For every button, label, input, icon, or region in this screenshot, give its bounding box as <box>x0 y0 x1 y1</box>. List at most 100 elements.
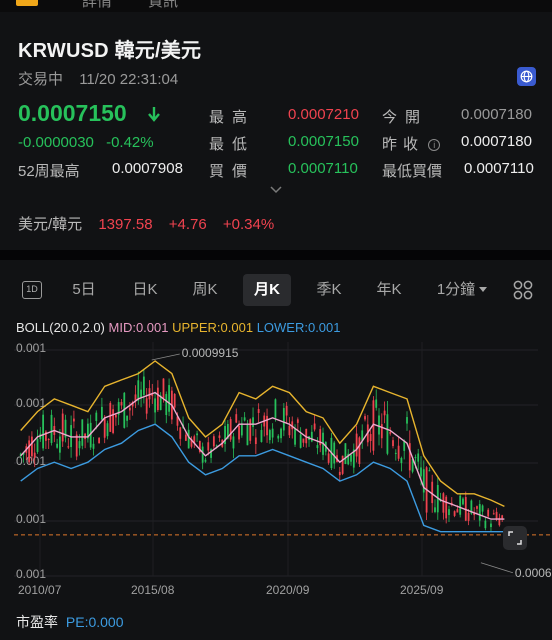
pe-value: PE:0.000 <box>65 614 124 630</box>
top-tab-strip: 詳情 資訊 <box>0 0 552 12</box>
candle-body <box>313 423 316 430</box>
candle-body <box>492 513 495 515</box>
info-icon[interactable]: i <box>428 139 441 151</box>
candle-body <box>271 428 274 438</box>
tab-details[interactable]: 詳情 <box>82 0 112 11</box>
period-1d-button[interactable]: 1D <box>22 281 42 299</box>
candle-body <box>462 498 464 505</box>
tab-news[interactable]: 資訊 <box>148 0 178 11</box>
candle-body <box>397 445 400 459</box>
section-divider <box>0 250 552 260</box>
candle-body <box>380 424 383 439</box>
candle-body <box>386 414 389 454</box>
candle-body <box>165 394 168 416</box>
candle-body <box>212 436 215 447</box>
stat-open: 今開 <box>382 106 428 127</box>
boll-indicator[interactable]: BOLL(20.0,2.0) MID:0.001 UPPER:0.001 LOW… <box>16 320 341 335</box>
candle-body <box>400 457 403 464</box>
candle-body <box>333 442 336 464</box>
candle-body <box>114 414 117 418</box>
candle-body <box>495 511 498 519</box>
related-pair-name: 美元/韓元 <box>18 216 83 233</box>
candle-body <box>378 415 380 435</box>
related-pair[interactable]: 美元/韓元 1397.58 +4.76 +0.34% <box>18 213 286 234</box>
candle-body <box>240 423 243 436</box>
candle-body <box>490 523 492 528</box>
candle-body <box>501 515 504 519</box>
candle-body <box>156 387 159 411</box>
candle-body <box>100 406 103 420</box>
candle-body <box>445 496 448 519</box>
candle-body <box>327 453 330 463</box>
fullscreen-button[interactable] <box>503 526 527 550</box>
candle-body <box>126 415 128 421</box>
candle-body <box>310 431 313 442</box>
stat-prev-close-label: 昨收 <box>382 136 425 153</box>
page-title: KRWUSD 韓元/美元 <box>18 40 202 62</box>
period-year[interactable]: 年K <box>366 274 412 306</box>
candle-body <box>394 452 397 454</box>
pe-indicator: 市盈率 PE:0.000 <box>16 612 124 632</box>
pe-label: 市盈率 <box>16 614 58 630</box>
globe-icon[interactable] <box>517 67 536 86</box>
candle-body <box>350 454 352 462</box>
stat-low: 最低 <box>209 133 255 154</box>
candle-body <box>187 429 190 449</box>
period-week[interactable]: 周K <box>182 274 228 306</box>
candle-body <box>81 419 84 446</box>
stat-open-label: 今開 <box>382 109 429 126</box>
x-tick-label: 2010/07 <box>18 583 62 597</box>
candle-body <box>47 438 50 440</box>
candle-body <box>456 509 459 513</box>
quote-timestamp: 11/20 22:31:04 <box>79 71 179 88</box>
stat-buy-label: 買價 <box>209 163 256 180</box>
candle-body <box>459 495 462 515</box>
candle-body <box>120 401 123 406</box>
candle-body <box>232 436 235 449</box>
period-day[interactable]: 日K <box>122 274 168 306</box>
stat-high-value: 0.0007210 <box>288 106 359 123</box>
interval-dropdown[interactable]: 1分鐘 <box>430 274 494 306</box>
stat-min-buy-label: 最低買價 <box>382 163 443 180</box>
price-chart[interactable]: 0.0010.0010.0010.0010.0012010/07 2015/08 2… <box>0 336 552 602</box>
stat-low-label: 最低 <box>209 136 256 153</box>
candle-body <box>128 407 131 411</box>
max-annotation-leader <box>151 353 180 361</box>
chevron-down-icon[interactable] <box>270 186 282 194</box>
grid-layout-icon[interactable] <box>513 280 533 300</box>
candle-body <box>61 413 64 442</box>
stat-open-value: 0.0007180 <box>461 106 532 123</box>
candle-body <box>428 470 431 472</box>
boll-upper: UPPER:0.001 <box>172 320 254 335</box>
min-annotation-label: 0.0006709 <box>515 566 552 580</box>
stat-prev-close-value: 0.0007180 <box>461 133 532 150</box>
related-pair-change-pct: +0.34% <box>222 216 275 233</box>
candle-body <box>196 433 198 436</box>
candle-body <box>112 409 114 434</box>
candle-body <box>442 493 445 513</box>
candle-body <box>389 432 392 434</box>
period-month[interactable]: 月K <box>243 274 291 306</box>
stat-buy: 買價 <box>209 160 255 181</box>
candle-body <box>481 505 484 512</box>
candle-body <box>364 416 366 420</box>
candle-body <box>478 504 481 521</box>
candle-body <box>434 507 436 512</box>
candle-body <box>285 405 288 416</box>
caret-down-icon <box>479 287 488 292</box>
candle-body <box>448 509 450 516</box>
candle-body <box>92 443 95 449</box>
period-quarter[interactable]: 季K <box>306 274 352 306</box>
stat-high-label: 最高 <box>209 109 256 126</box>
candle-body <box>383 410 386 416</box>
candle-body <box>201 446 204 463</box>
stat-buy-value: 0.0007110 <box>288 160 358 177</box>
stat-min-buy-value: 0.0007110 <box>464 160 534 177</box>
candle-body <box>204 459 207 462</box>
candle-body <box>98 437 100 444</box>
boll-mid: MID:0.001 <box>108 320 169 335</box>
candle-body <box>243 417 246 421</box>
y-tick-label: 0.001 <box>16 567 46 581</box>
period-5d[interactable]: 5日 <box>62 274 106 306</box>
candle-body <box>417 453 420 462</box>
